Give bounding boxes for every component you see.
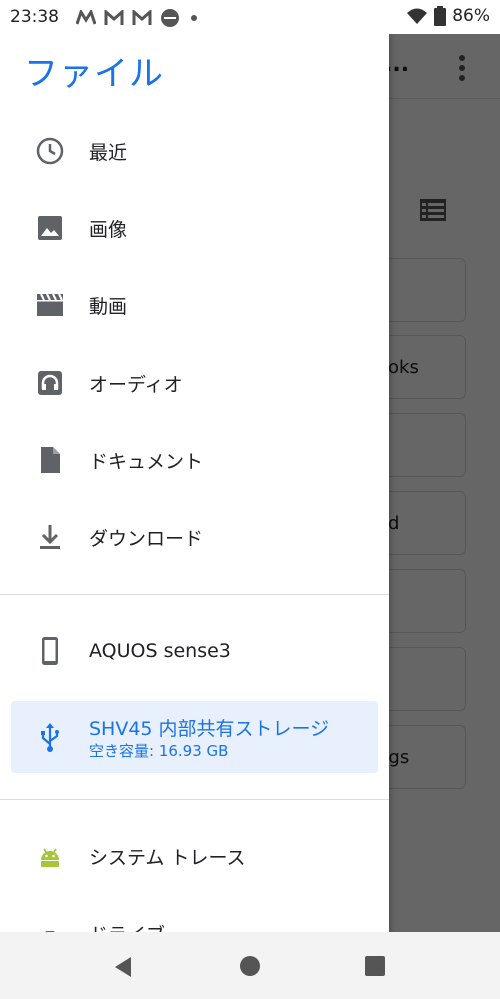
- usb-icon: [41, 723, 59, 752]
- drawer-item-system-trace[interactable]: システム トレース: [0, 823, 389, 889]
- clock-icon: [36, 137, 64, 165]
- drawer-item-downloads[interactable]: ダウンロード: [0, 504, 389, 570]
- recents-icon[interactable]: [365, 956, 385, 976]
- phone-icon: [42, 637, 58, 665]
- movie-icon: [37, 293, 63, 316]
- aquos-icon: [161, 9, 179, 27]
- system-nav-bar: [0, 932, 500, 999]
- drawer-item-label: ダウンロード: [89, 527, 204, 550]
- notification-icons: [76, 8, 200, 28]
- drawer-title: ファイル: [24, 54, 164, 94]
- divider: [0, 594, 389, 595]
- drawer-item-documents[interactable]: ドキュメント: [0, 427, 389, 493]
- battery-percent: 86%: [452, 6, 490, 26]
- drawer-item-images[interactable]: 画像: [0, 195, 389, 261]
- navigation-drawer: ファイル 最近 画像 動画 オーディオ ドキュメント ダウンロード AQUOS …: [0, 34, 389, 999]
- document-icon: [41, 447, 60, 473]
- headphones-icon: [38, 371, 62, 395]
- image-icon: [38, 216, 62, 240]
- drawer-item-label: 最近: [89, 141, 128, 164]
- status-time: 23:38: [10, 7, 59, 27]
- gmail-icon: [104, 10, 124, 25]
- drawer-item-label: AQUOS sense3: [89, 640, 231, 662]
- android-icon: [41, 848, 59, 867]
- status-bar: 23:38 86%: [0, 0, 500, 34]
- storage-free-space: 空き容量: 16.93 GB: [89, 742, 229, 760]
- drawer-item-label: ドキュメント: [89, 450, 204, 473]
- drawer-item-recent[interactable]: 最近: [0, 118, 389, 184]
- back-icon[interactable]: [113, 956, 133, 978]
- drawer-item-audio[interactable]: オーディオ: [0, 350, 389, 416]
- drawer-item-label: 動画: [89, 295, 128, 318]
- divider: [0, 799, 389, 800]
- drawer-item-label: 画像: [89, 218, 128, 241]
- wifi-icon: [407, 8, 428, 24]
- dot-icon: [191, 15, 197, 21]
- home-icon[interactable]: [240, 956, 260, 976]
- m-logo-icon: [76, 10, 96, 25]
- drawer-item-label: システム トレース: [89, 846, 246, 869]
- gmail-icon: [132, 10, 152, 25]
- battery-icon: [434, 6, 447, 26]
- drawer-item-device[interactable]: AQUOS sense3: [0, 618, 389, 684]
- storage-title: SHV45 内部共有ストレージ: [89, 718, 330, 740]
- drawer-item-videos[interactable]: 動画: [0, 272, 389, 338]
- drawer-item-label: オーディオ: [89, 373, 183, 396]
- download-icon: [40, 525, 60, 549]
